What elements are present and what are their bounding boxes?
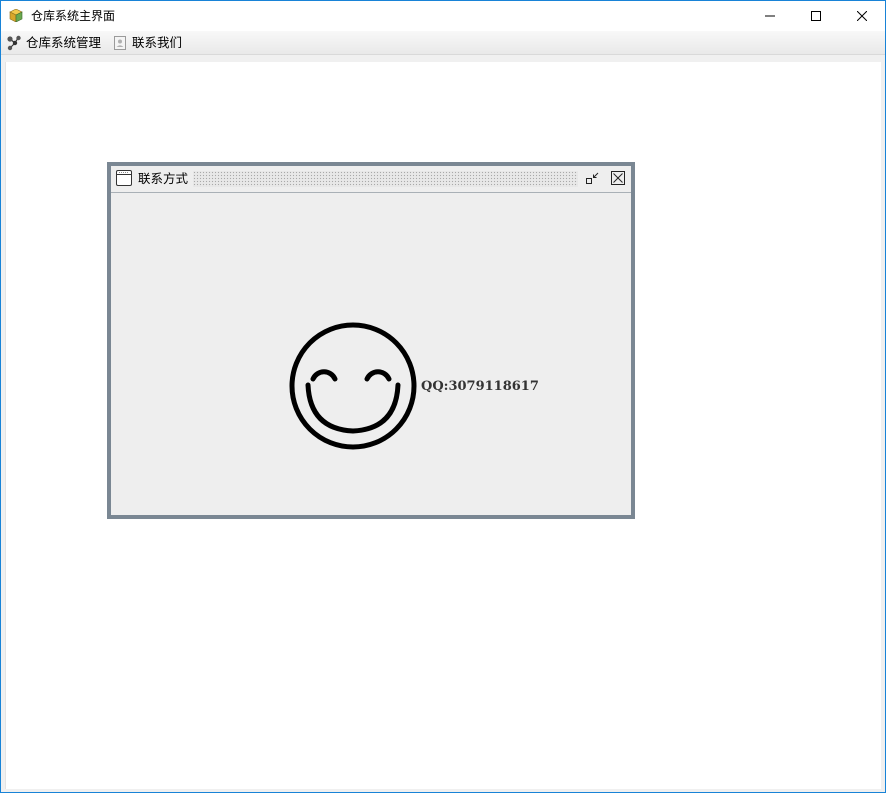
menu-contact-label: 联系我们 bbox=[132, 34, 183, 50]
window-title: 仓库系统主界面 bbox=[31, 9, 116, 23]
title-bar[interactable]: 仓库系统主界面 bbox=[1, 1, 885, 31]
network-nodes-icon bbox=[7, 35, 21, 50]
close-button[interactable] bbox=[839, 1, 885, 31]
close-icon bbox=[857, 11, 867, 21]
contact-card-icon bbox=[114, 35, 126, 50]
maximize-icon bbox=[811, 11, 821, 21]
restore-button[interactable] bbox=[585, 170, 601, 186]
menu-contact-us[interactable]: 联系我们 bbox=[112, 31, 182, 54]
minimize-button[interactable] bbox=[747, 1, 793, 31]
contact-internal-frame: 联系方式 QQ:3079118617 bbox=[107, 162, 635, 519]
restore-icon bbox=[586, 172, 599, 184]
menu-bar: 仓库系统管理 联系我们 bbox=[1, 31, 885, 55]
internal-frame-title: 联系方式 bbox=[138, 171, 189, 186]
qq-contact-label: QQ:3079118617 bbox=[421, 379, 539, 394]
minimize-icon bbox=[765, 15, 775, 17]
internal-frame-title-bar[interactable]: 联系方式 bbox=[111, 166, 631, 193]
window-icon bbox=[116, 170, 132, 186]
title-bar-grip bbox=[193, 171, 578, 187]
menu-warehouse-management[interactable]: 仓库系统管理 bbox=[6, 31, 101, 54]
maximize-button[interactable] bbox=[793, 1, 839, 31]
menu-warehouse-label: 仓库系统管理 bbox=[26, 34, 102, 50]
close-icon bbox=[611, 171, 625, 185]
internal-frame-close-button[interactable] bbox=[610, 170, 626, 186]
package-icon bbox=[9, 8, 23, 23]
main-window: 仓库系统主界面 仓库系统管理 联系我们 联系方式 QQ:3079118617 bbox=[0, 0, 886, 793]
smiley-face-icon bbox=[289, 322, 417, 450]
